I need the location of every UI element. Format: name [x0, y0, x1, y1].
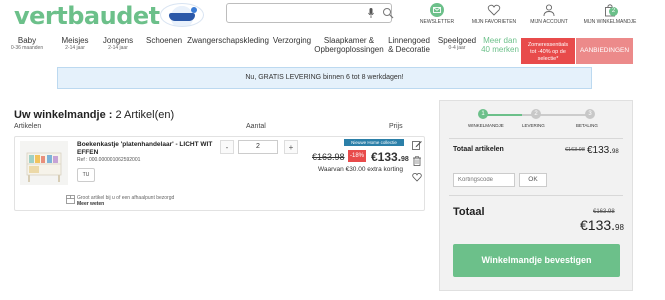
brand-logo[interactable]: vertbaudet [14, 2, 160, 30]
account-link[interactable]: MIJN ACCOUNT [524, 3, 574, 25]
new-price: €133.98 [371, 150, 409, 164]
total-items-old-price: €163.98 [565, 147, 585, 153]
pickup-info: Groot artikel bij u of een afhaalpunt be… [77, 195, 174, 207]
discount-badge: -18% [348, 150, 366, 162]
edit-icon[interactable] [412, 140, 422, 150]
new-price-cents: 98 [401, 156, 409, 163]
nav-label: Meisjes [61, 36, 89, 45]
size-chip: TU [77, 168, 95, 182]
summary-divider [449, 195, 623, 196]
nav-item-schoenen[interactable]: Schoenen [144, 36, 184, 45]
nav-label: Linnengoed [388, 36, 430, 45]
total-items-price-main: €133. [587, 145, 613, 156]
promo-code-apply-button[interactable]: OK [519, 173, 547, 187]
nav-label: Baby [17, 36, 37, 45]
new-price-main: €133. [371, 150, 402, 164]
nav-label: Schoenen [145, 36, 183, 45]
total-items-price-cents: 98 [612, 149, 619, 155]
newsletter-icon [430, 3, 444, 17]
col-header-price: Prijs [389, 123, 403, 130]
nav-sub: 2-14 jaar [108, 45, 128, 51]
product-image[interactable] [20, 141, 68, 185]
qty-input[interactable]: 2 [238, 140, 278, 154]
delivery-banner: Nu, GRATIS LEVERING binnen 6 tot 8 werkd… [57, 67, 592, 89]
heart-icon [487, 4, 501, 16]
nav-label-line2: 40 merken [481, 45, 519, 54]
nav-label: Meer dan [483, 36, 517, 45]
nav-item-merken[interactable]: Meer dan 40 merken [479, 36, 521, 54]
pickup-more-link[interactable]: Meer weten [77, 201, 174, 207]
cart-title-bold: Uw winkelmandje : [14, 109, 113, 121]
cart-title: Uw winkelmandje : 2 Artikel(en) [14, 109, 174, 121]
grand-total-label: Totaal [453, 206, 485, 218]
nav-label: Zwangerschapskleding [187, 36, 269, 45]
favorites-label: MIJN FAVORIETEN [471, 19, 517, 25]
microphone-icon[interactable] [368, 8, 374, 18]
step-2-label: LEVERING [522, 123, 545, 128]
step-1: 1 [478, 109, 488, 119]
parcel-box-icon [66, 195, 75, 204]
product-name[interactable]: Boekenkastje 'platenhandelaar' - LICHT W… [77, 141, 217, 157]
search-icon[interactable] [382, 7, 394, 19]
step-3: 3 [585, 109, 595, 119]
search-bar[interactable] [226, 3, 394, 23]
step-2: 2 [531, 109, 541, 119]
nav-label-line2: Opbergoplossingen [314, 45, 384, 54]
nav-label: Jongens [102, 36, 134, 45]
qty-increase-button[interactable]: + [284, 140, 298, 154]
grand-total-price-main: €133. [580, 217, 616, 233]
total-items-label: Totaal artikelen [453, 146, 504, 153]
nav-sub: 0-36 maanden [10, 45, 44, 51]
wishlist-heart-icon[interactable] [412, 172, 422, 182]
newsletter-link[interactable]: NEWSLETTER [412, 3, 462, 25]
nav-sub: 2-14 jaar [65, 45, 85, 51]
grand-total-price: €133.98 [580, 217, 624, 233]
nav-sub: 0-4 jaar [448, 45, 466, 51]
cart-label: MIJN WINKELMANDJE [583, 19, 637, 25]
step-1-label: WINKELMANDJE [468, 123, 504, 128]
brand-badge-icon [160, 3, 204, 27]
nav-item-verzorging[interactable]: Verzorging [271, 36, 313, 45]
main-nav: Baby 0-36 maanden Meisjes 2-14 jaar Jong… [0, 36, 665, 64]
collection-tag: Nieuwe Home collectie [344, 139, 404, 146]
search-input[interactable] [233, 7, 359, 19]
favorites-link[interactable]: MIJN FAVORIETEN [469, 3, 519, 25]
old-price: €163.98 [312, 152, 345, 162]
trash-icon[interactable] [412, 156, 422, 166]
product-ref: Ref : 000.000001062592001 [77, 157, 141, 163]
col-header-qty: Aantal [246, 123, 266, 130]
summary-divider [449, 138, 623, 139]
qty-decrease-button[interactable]: - [220, 140, 234, 154]
account-label: MIJN ACCOUNT [530, 19, 568, 25]
grand-total-old-price: €163.98 [593, 209, 615, 215]
step-3-label: BETALING [576, 123, 598, 128]
promo-line1: Zomeressentials [527, 42, 569, 48]
confirm-cart-button[interactable]: Winkelmandje bevestigen [453, 244, 620, 277]
nav-item-linnengoed[interactable]: Linnengoed & Decoratie [386, 36, 432, 54]
total-items-price: €133.98 [587, 145, 619, 156]
promo-code-input[interactable] [453, 173, 515, 187]
cart-title-count: 2 Artikel(en) [112, 109, 175, 121]
nav-offers[interactable]: AANBIEDINGEN [576, 38, 633, 64]
newsletter-label: NEWSLETTER [419, 19, 455, 25]
saving-text: Waarvan €30.00 extra korting [318, 166, 404, 173]
nav-item-speelgoed[interactable]: Speelgoed 0-4 jaar [436, 36, 478, 52]
promo-line3: selectie* [537, 56, 559, 62]
nav-item-meisjes[interactable]: Meisjes 2-14 jaar [55, 36, 95, 52]
user-icon [543, 4, 555, 17]
nav-item-baby[interactable]: Baby 0-36 maanden [5, 36, 49, 52]
promo-line2: tot -40% op de [530, 49, 566, 55]
nav-label-line2: & Decoratie [388, 45, 430, 54]
nav-label: Verzorging [272, 36, 312, 45]
nav-item-zwangerschapskleding[interactable]: Zwangerschapskleding [186, 36, 270, 45]
cart-count-badge: 2 [609, 7, 618, 16]
nav-label: Speelgoed [437, 36, 477, 45]
nav-item-slaapkamer[interactable]: Slaapkamer & Opbergoplossingen [313, 36, 385, 54]
nav-label: Slaapkamer & [323, 36, 375, 45]
grand-total-price-cents: 98 [615, 223, 624, 232]
nav-promo-banner[interactable]: Zomeressentials tot -40% op de selectie* [521, 38, 575, 64]
nav-item-jongens[interactable]: Jongens 2-14 jaar [98, 36, 138, 52]
col-header-items: Artikelen [14, 123, 42, 130]
cart-link[interactable]: 2 MIJN WINKELMANDJE [580, 3, 640, 25]
